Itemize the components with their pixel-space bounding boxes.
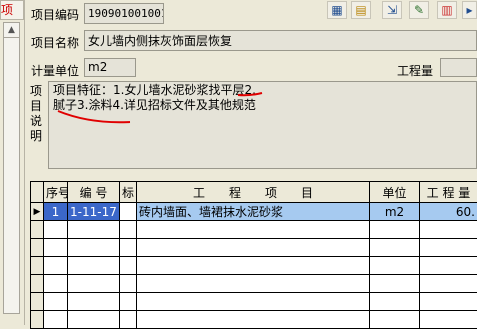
table-row-empty[interactable] (31, 293, 477, 311)
header-name[interactable]: 工 程 项 目 (137, 182, 370, 203)
table-row-empty[interactable] (31, 257, 477, 275)
cell-flag[interactable] (120, 203, 137, 221)
row-header-corner (31, 182, 44, 203)
row-marker-icon: ▶ (31, 203, 44, 221)
red-underline-2 (58, 111, 130, 122)
cell-unit[interactable]: m2 (370, 203, 420, 221)
header-code[interactable]: 编 号 (68, 182, 120, 203)
header-unit[interactable]: 单位 (370, 182, 420, 203)
red-underline-1 (238, 93, 262, 95)
table-row-empty[interactable] (31, 311, 477, 329)
cell-seq[interactable]: 1 (44, 203, 68, 221)
table-row-empty[interactable] (31, 275, 477, 293)
table-row-empty[interactable] (31, 239, 477, 257)
header-quantity[interactable]: 工 程 量 (420, 182, 477, 203)
bill-items-table: 序号 编 号 标 工 程 项 目 单位 工 程 量 ▶ 1 1-11-17 砖内… (30, 181, 477, 329)
table-row[interactable]: ▶ 1 1-11-17 砖内墙面、墙裙抹水泥砂浆 m2 60. (31, 203, 477, 221)
table-row-empty[interactable] (31, 221, 477, 239)
cell-code[interactable]: 1-11-17 (68, 203, 120, 221)
table-header-row: 序号 编 号 标 工 程 项 目 单位 工 程 量 (31, 182, 477, 203)
cell-quantity[interactable]: 60. (420, 203, 477, 221)
cell-name[interactable]: 砖内墙面、墙裙抹水泥砂浆 (137, 203, 370, 221)
header-seq[interactable]: 序号 (44, 182, 68, 203)
header-flag[interactable]: 标 (120, 182, 137, 203)
